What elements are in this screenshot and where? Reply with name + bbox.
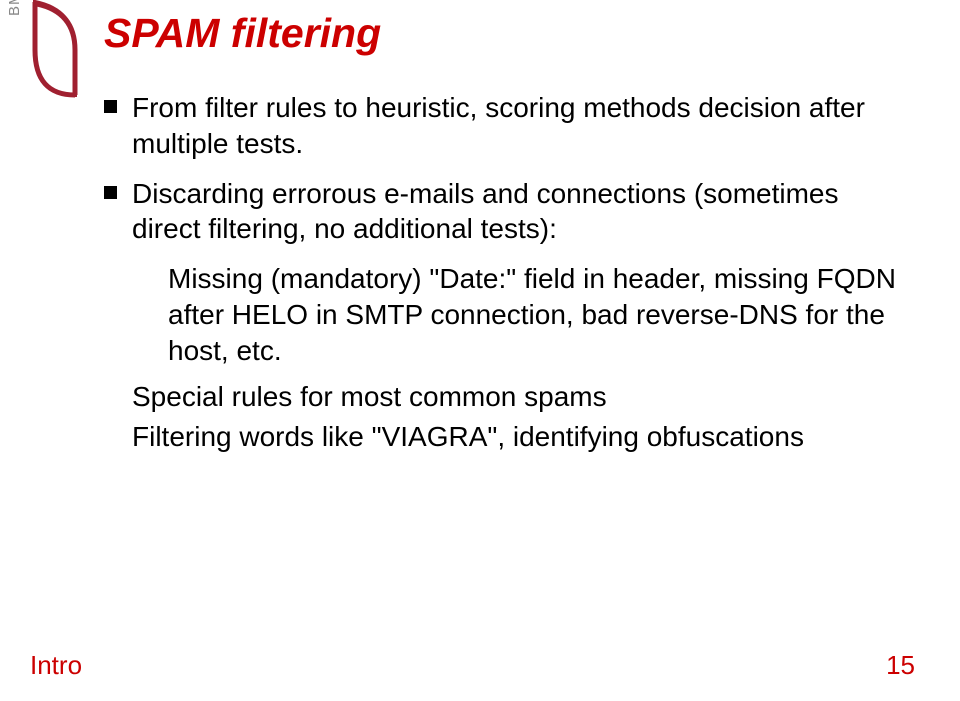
sub-bullet-text: Missing (mandatory) "Date:" field in hea… <box>104 261 904 368</box>
footer-section: Intro <box>30 650 82 681</box>
bullet-marker-icon <box>104 100 117 113</box>
logo: BME <box>0 0 90 130</box>
slide-content: From filter rules to heuristic, scoring … <box>104 90 904 458</box>
slide-footer: Intro 15 <box>30 650 915 681</box>
logo-curve-icon <box>25 0 95 130</box>
bullet-text: Discarding errorous e-mails and connecti… <box>132 178 839 245</box>
bullet-marker-icon <box>104 186 117 199</box>
bullet-item: From filter rules to heuristic, scoring … <box>104 90 904 162</box>
page-number: 15 <box>886 650 915 681</box>
plain-line: Special rules for most common spams <box>104 379 904 415</box>
plain-line: Filtering words like "VIAGRA", identifyi… <box>104 419 904 455</box>
logo-text: BME <box>6 0 23 16</box>
bullet-item: Discarding errorous e-mails and connecti… <box>104 176 904 248</box>
slide-title: SPAM filtering <box>104 10 381 57</box>
bullet-text: From filter rules to heuristic, scoring … <box>132 92 865 159</box>
